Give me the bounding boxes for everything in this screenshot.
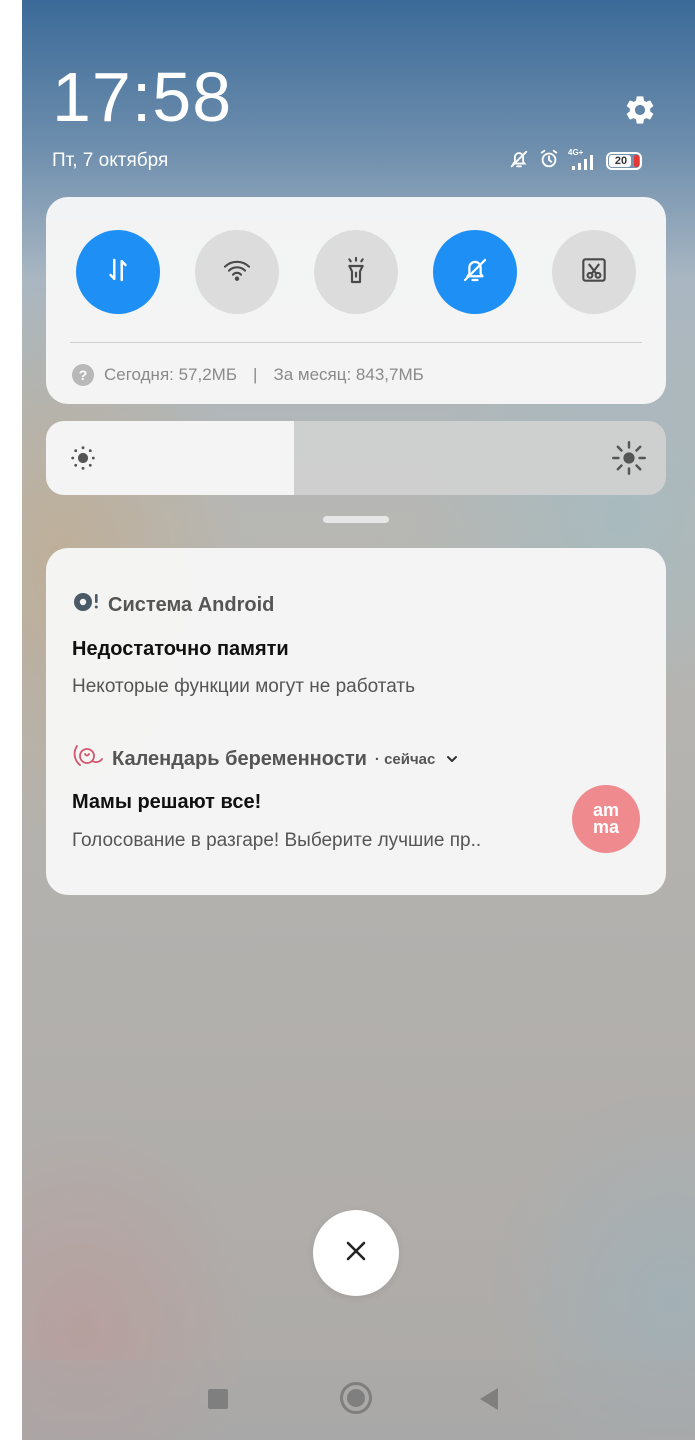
clear-all-button[interactable]	[313, 1210, 399, 1296]
data-transfer-icon	[103, 255, 133, 290]
battery-level: 20	[614, 155, 628, 167]
notification-text[interactable]: Некоторые функции могут не работать	[72, 676, 415, 698]
notification-text[interactable]: Голосование в разгаре! Выберите лучшие п…	[72, 830, 481, 852]
signal-icon: 4G+	[568, 148, 598, 172]
status-icons: 4G+ 20	[508, 148, 642, 174]
amma-avatar[interactable]: am ma	[572, 785, 640, 853]
screenshot-icon	[578, 254, 610, 291]
notification-app-name: Система Android	[108, 593, 275, 616]
brightness-high-icon	[608, 437, 650, 479]
drag-handle[interactable]	[323, 516, 389, 523]
navigation-bar	[22, 1360, 695, 1440]
pregnancy-calendar-icon	[72, 742, 106, 776]
toggle-mobile-data[interactable]	[76, 230, 160, 314]
mute-icon	[508, 148, 530, 175]
toggle-flashlight[interactable]	[314, 230, 398, 314]
gear-icon[interactable]	[622, 92, 658, 128]
avatar-text-bottom: ma	[592, 817, 619, 837]
flashlight-icon	[340, 254, 372, 291]
notification-title[interactable]: Мамы решают все!	[72, 791, 261, 814]
clock[interactable]: 17:58	[52, 62, 232, 132]
notification-list: Система Android Недостаточно памяти Неко…	[46, 548, 666, 895]
notification-shade: 17:58 Пт, 7 октября 4G+ 20 ? Сегодня: 57…	[22, 0, 695, 1440]
notification-app-pregnancy[interactable]: Календарь беременности · сейчас	[72, 745, 459, 773]
divider	[70, 342, 642, 343]
network-type: 4G+	[568, 148, 584, 157]
battery-icon: 20	[606, 152, 642, 170]
home-button[interactable]	[340, 1382, 372, 1414]
date[interactable]: Пт, 7 октября	[52, 150, 168, 172]
wifi-icon	[221, 254, 253, 291]
notification-app-name: Календарь беременности	[112, 747, 367, 770]
toggle-silent[interactable]	[433, 230, 517, 314]
brightness-slider[interactable]	[46, 421, 666, 495]
data-usage-today: Сегодня: 57,2МБ	[104, 365, 238, 384]
chevron-down-icon[interactable]	[445, 752, 459, 766]
close-icon	[345, 1240, 367, 1267]
toggle-screenshot[interactable]	[552, 230, 636, 314]
alarm-icon	[538, 148, 560, 175]
data-usage[interactable]: ? Сегодня: 57,2МБ | За месяц: 843,7МБ	[72, 362, 424, 388]
toggle-wifi[interactable]	[195, 230, 279, 314]
bell-off-icon	[460, 255, 490, 290]
back-button[interactable]	[480, 1388, 498, 1410]
notification-title[interactable]: Недостаточно памяти	[72, 638, 289, 661]
brightness-low-icon	[64, 439, 102, 477]
data-usage-month: За месяц: 843,7МБ	[273, 365, 424, 384]
data-usage-separator: |	[253, 365, 258, 384]
help-icon: ?	[72, 364, 94, 386]
android-system-icon	[72, 590, 102, 620]
notification-time: · сейчас	[374, 750, 436, 768]
recents-button[interactable]	[208, 1389, 228, 1409]
quick-settings-panel: ? Сегодня: 57,2МБ | За месяц: 843,7МБ	[46, 197, 666, 404]
notification-app-android[interactable]: Система Android	[72, 591, 274, 619]
